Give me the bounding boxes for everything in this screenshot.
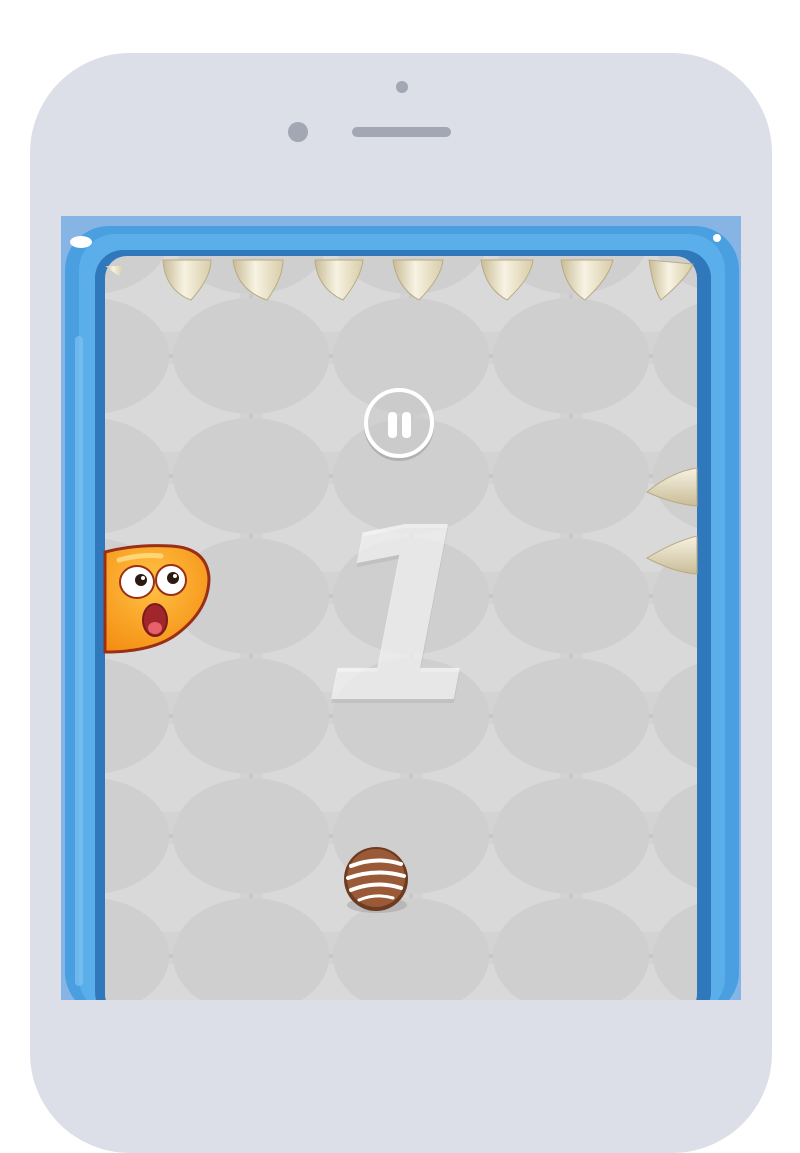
frame-gloss-left (70, 236, 92, 248)
camera-dot (396, 81, 408, 93)
candy-collectible (344, 847, 408, 913)
frame-left-streak (75, 336, 83, 986)
sensor-dot (288, 122, 308, 142)
pause-icon (402, 412, 411, 438)
frame-gloss-right (713, 234, 721, 242)
pause-button[interactable] (364, 388, 434, 458)
game-screen[interactable]: 1 (61, 216, 741, 1000)
pause-icon (388, 412, 397, 438)
speaker-grille (352, 127, 451, 137)
score-counter: 1 (321, 476, 488, 756)
